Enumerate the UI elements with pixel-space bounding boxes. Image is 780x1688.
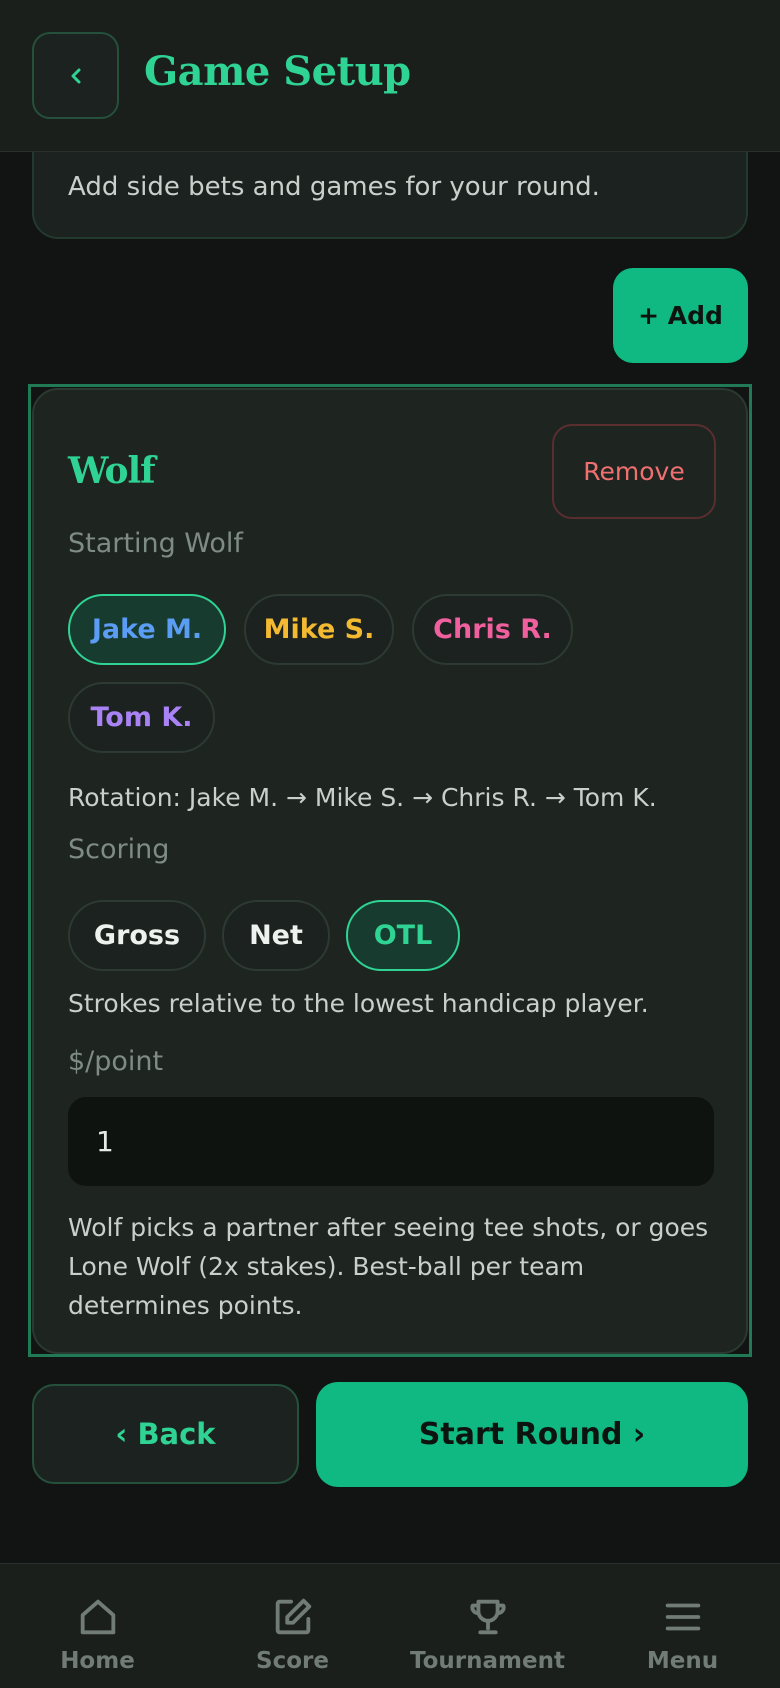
scoring-gross[interactable]: Gross xyxy=(68,900,206,971)
game-name: Wolf xyxy=(68,450,156,492)
nav-item-score[interactable]: Score xyxy=(195,1564,390,1688)
starting-wolf-label: Starting Wolf xyxy=(68,528,243,559)
scoring-label: Scoring xyxy=(68,834,170,865)
intro-text: Add side bets and games for your round. xyxy=(68,172,600,202)
remove-game-button[interactable]: Remove xyxy=(552,424,716,519)
point-value-input[interactable] xyxy=(68,1097,714,1186)
player-chip-chris[interactable]: Chris R. xyxy=(412,594,573,665)
nav-label-score: Score xyxy=(256,1648,329,1674)
bottom-nav: Home Score Tournament Menu xyxy=(0,1563,780,1688)
scoring-otl[interactable]: OTL xyxy=(346,900,460,971)
header: Game Setup xyxy=(0,0,780,152)
player-chip-tom[interactable]: Tom K. xyxy=(68,682,215,753)
scoring-note: Strokes relative to the lowest handicap … xyxy=(68,989,649,1018)
menu-icon xyxy=(665,1603,700,1631)
header-back-button[interactable] xyxy=(32,32,119,119)
game-description: Wolf picks a partner after seeing tee sh… xyxy=(68,1213,709,1320)
game-card: Wolf Remove Starting Wolf Jake M. Mike S… xyxy=(32,388,748,1354)
trophy-icon xyxy=(469,1599,506,1635)
page-title: Game Setup xyxy=(144,48,411,95)
chevron-left-icon xyxy=(71,68,80,83)
back-button[interactable]: ‹ Back xyxy=(32,1384,299,1484)
rotation-text: Rotation: Jake M. → Mike S. → Chris R. →… xyxy=(68,783,657,812)
player-chip-jake[interactable]: Jake M. xyxy=(68,594,226,665)
scoring-net[interactable]: Net xyxy=(222,900,330,971)
nav-item-tournament[interactable]: Tournament xyxy=(390,1564,585,1688)
nav-item-home[interactable]: Home xyxy=(0,1564,195,1688)
point-label: $/point xyxy=(68,1046,164,1077)
nav-label-menu: Menu xyxy=(646,1648,719,1674)
player-chip-mike[interactable]: Mike S. xyxy=(244,594,394,665)
start-round-button[interactable]: Start Round › xyxy=(316,1382,748,1487)
nav-label-home: Home xyxy=(60,1648,135,1674)
nav-label-tournament: Tournament xyxy=(410,1648,565,1674)
home-icon xyxy=(80,1599,115,1635)
nav-item-menu[interactable]: Menu xyxy=(585,1564,780,1688)
add-game-button[interactable]: + Add xyxy=(613,268,748,363)
edit-icon xyxy=(275,1598,311,1635)
